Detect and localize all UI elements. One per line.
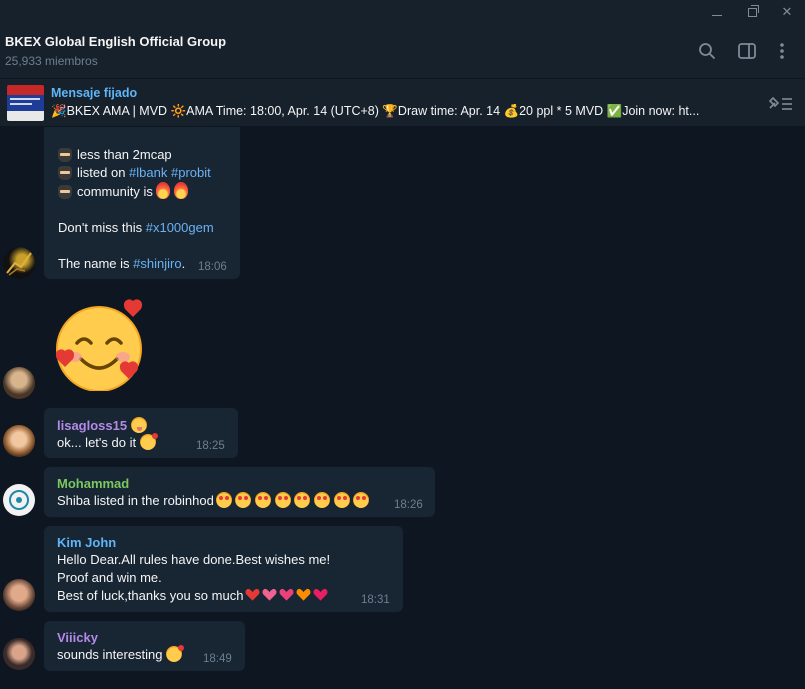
hashtag-link[interactable]: #x1000gem [146, 220, 214, 235]
smiling-face-with-hearts-sticker[interactable] [51, 299, 149, 392]
ninja-emoji-icon [58, 148, 72, 162]
unpin-list-icon[interactable] [766, 94, 794, 112]
message-bubble[interactable]: Viiicky sounds interesting 18:49 [44, 621, 245, 671]
sidebar-toggle-icon[interactable] [736, 40, 758, 62]
message-bubble[interactable]: lisagloss15 ok... let's do it 18:25 [44, 408, 238, 458]
heart-eyes-emoji-icon [333, 492, 350, 508]
message-line: less than 2mcap [58, 146, 214, 164]
hashtag-link[interactable]: #probit [171, 165, 211, 180]
message-line: Best of luck,thanks you so much [57, 587, 330, 605]
minimize-icon[interactable] [700, 0, 734, 24]
two-hearts-icon [313, 588, 328, 601]
message-bubble[interactable]: Mohammad Shiba listed in the robinhod 18… [44, 467, 435, 517]
avatar[interactable] [3, 425, 35, 457]
heart-eyes-emoji-icon [255, 492, 272, 508]
message-time: 18:25 [196, 440, 225, 452]
heart-eyes-emoji-icon [215, 492, 232, 508]
message-list[interactable]: less than 2mcap listed on #lbank #probit… [0, 127, 805, 689]
avatar[interactable] [3, 247, 35, 279]
hashtag-link[interactable]: #lbank [129, 165, 167, 180]
sender-name[interactable]: Mohammad [57, 476, 369, 492]
message-line: Don't miss this #x1000gem [58, 220, 214, 235]
pink-heart-icon [279, 588, 294, 601]
window-titlebar: ✕ [0, 0, 805, 24]
chat-title[interactable]: BKEX Global English Official Group [5, 34, 226, 49]
heart-eyes-emoji-icon [294, 492, 311, 508]
hashtag-link[interactable]: #shinjiro [133, 256, 181, 271]
heart-eyes-emoji-icon [235, 492, 252, 508]
orange-heart-icon [296, 588, 311, 601]
sender-name[interactable]: lisagloss15 [57, 417, 156, 434]
message-text: ok... let's do it [57, 433, 158, 452]
pinned-thumbnail [7, 85, 44, 121]
heart-eyes-emoji-icon [274, 492, 291, 508]
message-text: sounds interesting [57, 645, 185, 664]
avatar[interactable] [3, 484, 35, 516]
sparkling-heart-icon [262, 588, 277, 601]
heart-eyes-emoji-icon [353, 492, 370, 508]
message-time: 18:26 [394, 499, 423, 511]
message-text: Shiba listed in the robinhod [57, 492, 370, 510]
smiling-hearts-emoji-icon [139, 433, 158, 450]
fire-emoji-icon [156, 182, 171, 199]
message-bubble[interactable]: Kim John Hello Dear.All rules have done.… [44, 526, 403, 612]
member-count: 25,933 miembros [5, 54, 98, 68]
message-line: Hello Dear.All rules have done.Best wish… [57, 552, 331, 567]
more-vertical-icon[interactable] [771, 40, 793, 62]
message-time: 18:31 [361, 594, 390, 606]
message-line: listed on #lbank #probit [58, 164, 214, 182]
pinned-label: Mensaje fijado [51, 86, 138, 100]
message-line: Proof and win me. [57, 570, 162, 585]
message-bubble[interactable]: less than 2mcap listed on #lbank #probit… [44, 127, 240, 279]
avatar[interactable] [3, 579, 35, 611]
avatar[interactable] [3, 367, 35, 399]
ninja-emoji-icon [58, 185, 72, 199]
close-icon[interactable]: ✕ [770, 0, 804, 24]
message-line: The name is #shinjiro. [58, 256, 186, 271]
search-icon[interactable] [696, 40, 718, 62]
squinting-tongue-emoji-icon [130, 417, 147, 433]
pinned-text: 🎉BKEX AMA | MVD 🔆AMA Time: 18:00, Apr. 1… [51, 104, 700, 118]
message-time: 18:49 [203, 653, 232, 665]
message-time: 18:06 [198, 261, 227, 273]
sender-name[interactable]: Viiicky [57, 630, 182, 646]
heart-eyes-emoji-icon [313, 492, 330, 508]
smiling-hearts-emoji-icon [166, 645, 185, 662]
chat-header[interactable]: BKEX Global English Official Group 25,93… [0, 24, 805, 78]
fire-emoji-icon [174, 182, 189, 199]
message-line: community is [58, 182, 214, 201]
restore-icon[interactable] [735, 0, 769, 24]
red-heart-icon [245, 588, 260, 601]
ninja-emoji-icon [58, 166, 72, 180]
telegram-window: ✕ BKEX Global English Official Group 25,… [0, 0, 805, 689]
pinned-message-bar[interactable]: Mensaje fijado 🎉BKEX AMA | MVD 🔆AMA Time… [0, 78, 805, 126]
sender-name[interactable]: Kim John [57, 535, 330, 551]
avatar[interactable] [3, 638, 35, 670]
